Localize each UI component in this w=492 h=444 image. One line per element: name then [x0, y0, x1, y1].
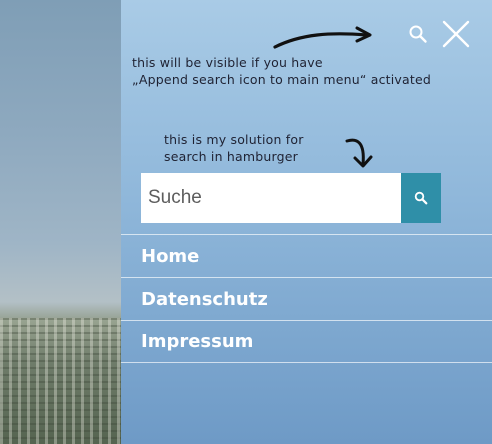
menu-item-label: Impressum — [141, 331, 254, 352]
search-submit-button[interactable] — [401, 173, 441, 223]
main-menu: Home Datenschutz Impressum — [121, 234, 492, 363]
search-icon[interactable] — [408, 24, 428, 49]
menu-item-impressum[interactable]: Impressum — [121, 320, 492, 363]
header-icons — [408, 20, 470, 53]
offcanvas-menu-panel: this will be visible if you have „Append… — [121, 0, 492, 444]
menu-item-datenschutz[interactable]: Datenschutz — [121, 277, 492, 320]
menu-item-label: Home — [141, 245, 200, 267]
annotation-top-line2: „Append search icon to main menu“ activa… — [132, 72, 432, 87]
search-input[interactable] — [141, 173, 401, 223]
background-city — [0, 318, 122, 444]
annotation-top-line1: this will be visible if you have — [132, 55, 323, 70]
arrow-to-search-icon — [273, 26, 372, 49]
arrow-to-search-field — [345, 138, 373, 168]
annotation-search-line1: this is my solution for — [164, 132, 304, 147]
search-icon — [414, 191, 428, 205]
close-icon[interactable] — [442, 20, 470, 53]
menu-item-label: Datenschutz — [141, 288, 268, 310]
annotation-search-line2: search in hamburger — [164, 149, 298, 164]
annotation-search: this is my solution for search in hambur… — [164, 131, 304, 165]
annotation-top: this will be visible if you have „Append… — [132, 54, 431, 88]
search-form — [141, 173, 441, 223]
menu-item-home[interactable]: Home — [121, 234, 492, 277]
